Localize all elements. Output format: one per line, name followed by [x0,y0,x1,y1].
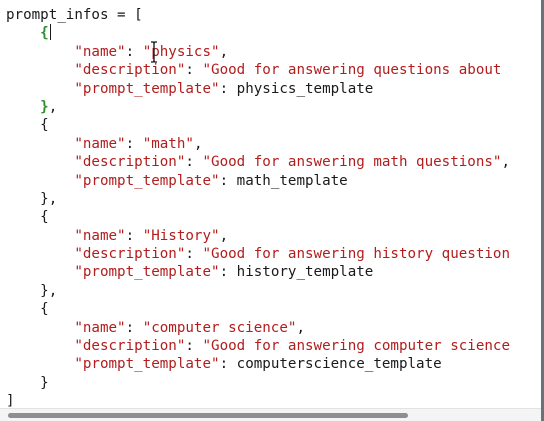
ibeam-cursor-icon [151,41,157,63]
prompt-template-key: "prompt_template" [74,80,220,97]
name-key: "name" [74,319,126,336]
code-line-9: "description": "Good for answering math … [74,154,510,171]
description-key: "description" [74,154,186,171]
code-line-3: "name": "physics", [74,43,229,60]
code-line-18: "name": "computer science", [74,319,305,336]
code-line-10: "prompt_template": math_template [74,172,348,189]
code-text[interactable]: prompt_infos = [ { "name": "physics", "d… [6,6,510,411]
description-key: "description" [74,338,186,355]
description-key: "description" [74,246,186,263]
closing-bracket: ] [6,393,15,410]
name-key: "name" [74,43,126,60]
name-key: "name" [74,227,126,244]
code-line-14: "description": "Good for answering histo… [74,246,510,263]
code-line-6: }, [40,98,58,115]
name-value: "computer science" [142,319,297,336]
template-identifier: math_template [236,172,348,189]
code-line-20: "prompt_template": computerscience_templ… [74,356,442,373]
matched-open-brace: { [40,25,49,42]
horizontal-scrollbar[interactable] [0,408,541,421]
code-line-17: { [40,301,49,318]
code-line-12: { [40,209,49,226]
code-line-8: "name": "math", [74,135,203,152]
code-line-15: "prompt_template": history_template [74,264,374,281]
prompt-template-key: "prompt_template" [74,356,220,373]
code-line-5: "prompt_template": physics_template [74,80,374,97]
prompt-template-key: "prompt_template" [74,264,220,281]
code-line-7: { [40,117,49,134]
template-identifier: computerscience_template [236,356,442,373]
description-value: "Good for answering computer science [202,338,510,355]
variable-name: prompt_infos [6,7,109,23]
code-line-11: }, [40,190,58,207]
name-key: "name" [74,135,126,152]
code-line-19: "description": "Good for answering compu… [74,338,510,355]
template-identifier: history_template [236,264,374,281]
description-value: "Good for answering math questions" [202,154,502,171]
prompt-template-key: "prompt_template" [74,172,220,189]
name-value: "math" [142,135,194,152]
template-identifier: physics_template [236,80,374,97]
code-line-4: "description": "Good for answering quest… [74,62,502,79]
code-line-16: }, [40,282,58,299]
name-value: "History" [142,227,220,244]
code-line-21: } [40,374,49,391]
code-editor[interactable]: prompt_infos = [ { "name": "physics", "d… [0,0,544,421]
code-line-2: { [6,24,510,42]
description-value: "Good for answering history question [202,246,510,263]
description-value: "Good for answering questions about [202,62,502,79]
text-cursor [49,24,51,41]
description-key: "description" [74,62,186,79]
matched-close-brace: } [40,98,49,115]
code-line-1: prompt_infos = [ [6,7,143,23]
scrollbar-thumb[interactable] [8,413,408,418]
code-line-13: "name": "History", [74,227,229,244]
